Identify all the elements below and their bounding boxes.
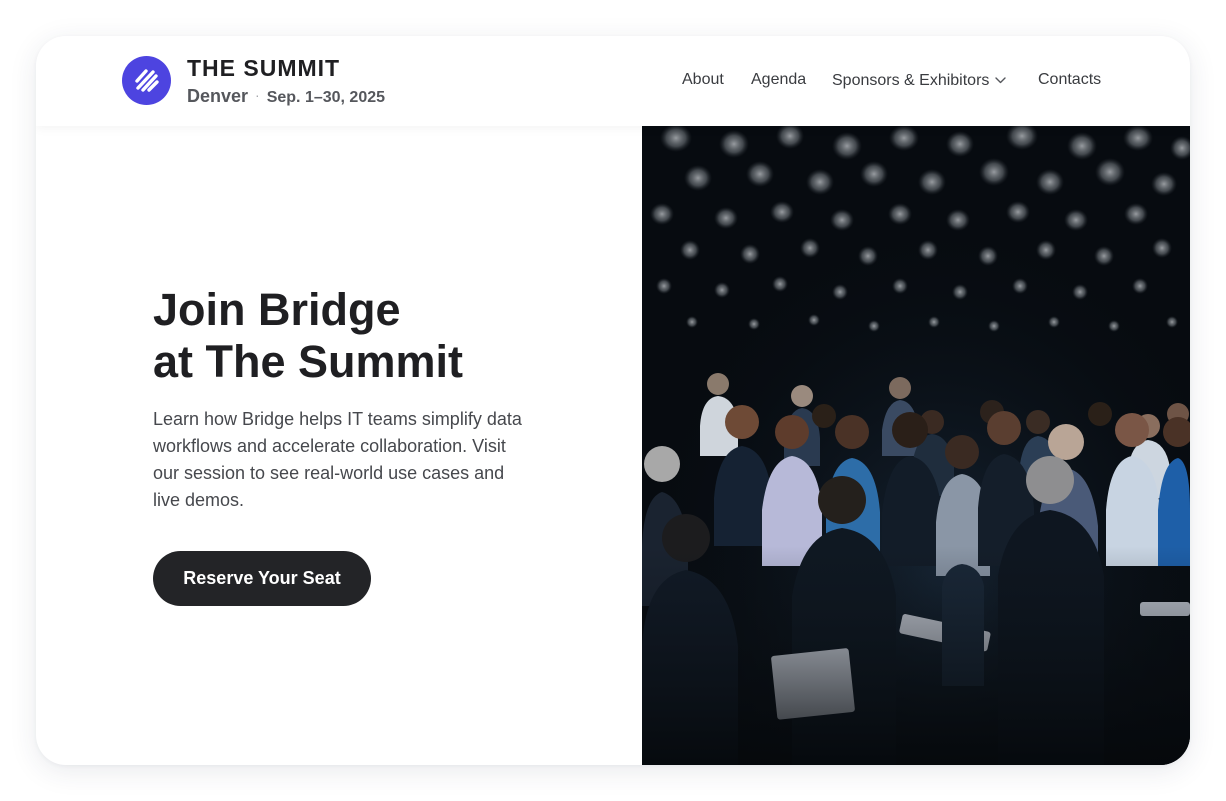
nav-item-sponsors-label: Sponsors & Exhibitors [832,72,990,89]
subtitle-separator: · [255,87,260,103]
hero-headline-line-1: Join Bridge [153,284,401,335]
hero-description: Learn how Bridge helps IT teams simplify… [153,409,522,510]
hero-headline-line-2: at The Summit [153,336,464,387]
site-title[interactable]: THE SUMMIT [187,55,340,82]
conference-audience-photo [642,126,1190,765]
hero-content: Join Bridge at The Summit Learn how Brid… [36,126,642,765]
reserve-seat-button[interactable]: Reserve Your Seat [153,551,371,606]
hero-headline: Join Bridge at The Summit [153,284,583,388]
page-card: THE SUMMIT Denver · Sep. 1–30, 2025 About … [36,36,1190,765]
event-city: Denver [187,86,249,106]
nav-item-contacts[interactable]: Contacts [1038,71,1101,89]
striped-circle-logo-icon[interactable] [122,56,171,105]
nav-item-about[interactable]: About [682,71,724,89]
nav-item-agenda[interactable]: Agenda [751,71,806,89]
event-subtitle: Denver · Sep. 1–30, 2025 [187,86,385,107]
chevron-down-icon [995,71,1007,89]
event-dates: Sep. 1–30, 2025 [266,89,386,106]
nav-item-sponsors[interactable]: Sponsors & Exhibitors [832,71,1007,90]
site-header: THE SUMMIT Denver · Sep. 1–30, 2025 About … [36,36,1190,126]
